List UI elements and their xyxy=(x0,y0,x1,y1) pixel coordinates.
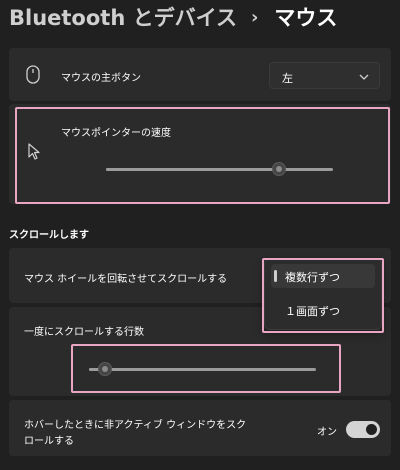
pointer-speed-slider[interactable] xyxy=(106,168,333,171)
option-multiple-lines-label: 複数行ずつ xyxy=(285,271,340,284)
option-multiple-lines[interactable]: 複数行ずつ xyxy=(271,264,375,288)
option-one-screen-label: １画面ずつ xyxy=(285,305,340,318)
lines-to-scroll-label: 一度にスクロールする行数 xyxy=(24,327,144,338)
pointer-speed-thumb[interactable] xyxy=(271,162,286,176)
selected-indicator xyxy=(274,270,277,282)
page-title: マウス xyxy=(274,6,338,30)
settings-page: Bluetooth とデバイス › マウス マウスの主ボタン 左 マウスポインタ… xyxy=(0,0,400,470)
option-one-screen[interactable]: １画面ずつ xyxy=(271,298,375,322)
breadcrumb-root-link[interactable]: Bluetooth とデバイス xyxy=(9,2,237,32)
primary-button-value: 左 xyxy=(282,72,293,85)
cursor-icon xyxy=(28,143,42,165)
breadcrumb-separator: › xyxy=(250,6,259,28)
pointer-speed-card: マウスポインターの速度 xyxy=(9,104,391,204)
wheel-scroll-options-popup: 複数行ずつ １画面ずつ xyxy=(264,258,382,330)
pointer-speed-label: マウスポインターの速度 xyxy=(61,128,171,139)
wheel-scroll-label: マウス ホイールを回転させてスクロールする xyxy=(24,274,228,285)
inactive-scroll-toggle[interactable] xyxy=(346,421,380,438)
pointer-speed-fill xyxy=(106,168,279,171)
breadcrumb: Bluetooth とデバイス › マウス xyxy=(9,2,337,32)
scroll-section-title: スクロールします xyxy=(9,230,89,241)
toggle-state-text: オン xyxy=(317,427,337,438)
inactive-scroll-card: ホバーしたときに非アクティブ ウィンドウをスク ロールする オン xyxy=(9,400,391,456)
inactive-scroll-label-line2: ロールする xyxy=(24,436,74,447)
toggle-knob xyxy=(366,424,377,435)
primary-button-label: マウスの主ボタン xyxy=(61,73,141,84)
inactive-scroll-label-line1: ホバーしたときに非アクティブ ウィンドウをスク xyxy=(24,420,247,431)
primary-button-card: マウスの主ボタン 左 xyxy=(9,48,391,101)
lines-to-scroll-slider[interactable] xyxy=(89,368,316,371)
chevron-down-icon xyxy=(359,71,369,84)
lines-to-scroll-thumb[interactable] xyxy=(97,362,112,376)
primary-button-dropdown[interactable]: 左 xyxy=(269,62,380,89)
mouse-icon xyxy=(26,65,40,88)
